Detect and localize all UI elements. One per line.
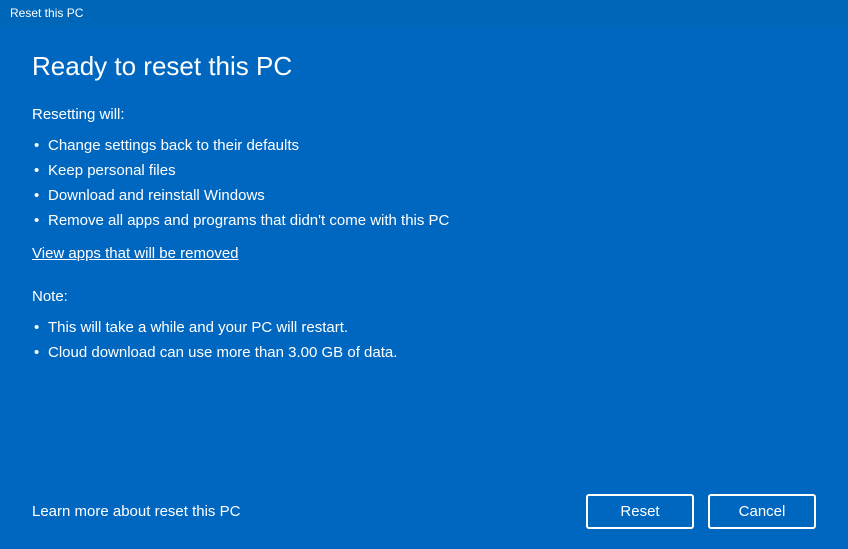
- spacer: [32, 377, 816, 484]
- cancel-button[interactable]: Cancel: [708, 494, 816, 529]
- list-item: Remove all apps and programs that didn't…: [32, 208, 816, 233]
- resetting-will-label: Resetting will:: [32, 106, 816, 123]
- footer-row: Learn more about reset this PC Reset Can…: [32, 494, 816, 529]
- button-row: Reset Cancel: [586, 494, 816, 529]
- view-apps-link[interactable]: View apps that will be removed: [32, 245, 816, 262]
- note-list: This will take a while and your PC will …: [32, 315, 816, 365]
- resetting-list: Change settings back to their defaults K…: [32, 133, 816, 233]
- list-item: This will take a while and your PC will …: [32, 315, 816, 340]
- note-label: Note:: [32, 288, 816, 305]
- page-heading: Ready to reset this PC: [32, 51, 816, 82]
- list-item: Keep personal files: [32, 158, 816, 183]
- window-titlebar: Reset this PC: [0, 0, 848, 26]
- list-item: Cloud download can use more than 3.00 GB…: [32, 340, 816, 365]
- content-area: Ready to reset this PC Resetting will: C…: [0, 26, 848, 549]
- window-title: Reset this PC: [10, 6, 83, 20]
- list-item: Change settings back to their defaults: [32, 133, 816, 158]
- reset-pc-window: Reset this PC Ready to reset this PC Res…: [0, 0, 848, 549]
- learn-more-link[interactable]: Learn more about reset this PC: [32, 503, 240, 520]
- reset-button[interactable]: Reset: [586, 494, 694, 529]
- list-item: Download and reinstall Windows: [32, 183, 816, 208]
